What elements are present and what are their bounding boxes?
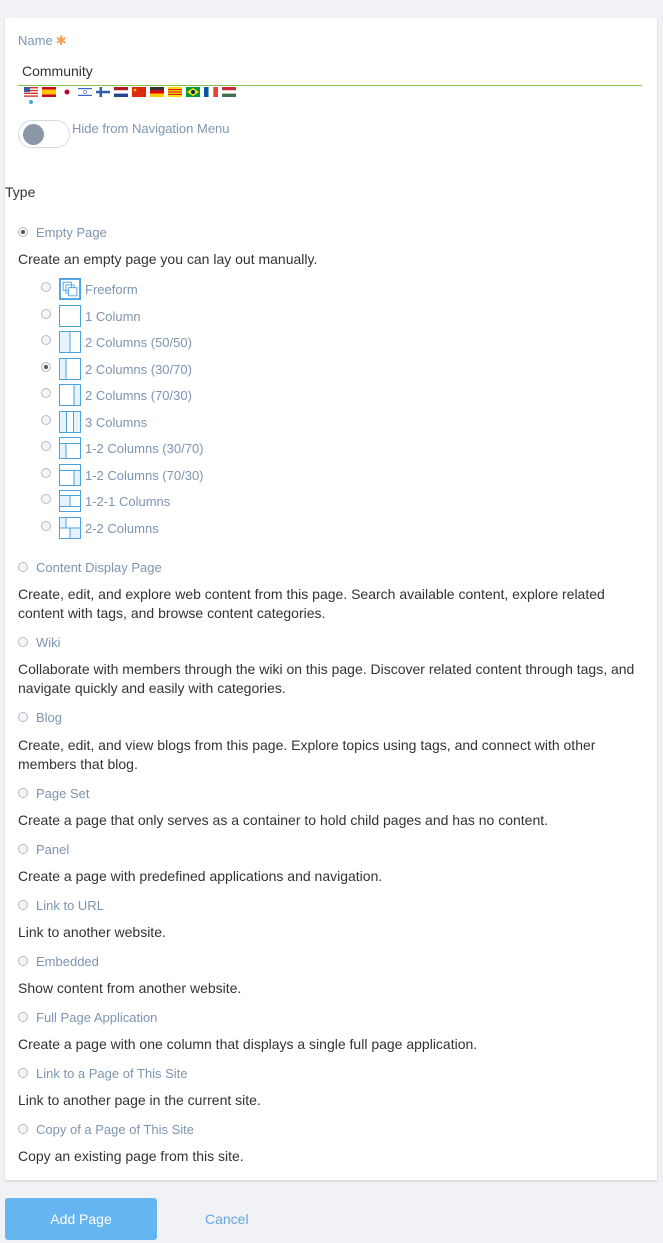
type-label-copy-of-page-of-this-site: Copy of a Page of This Site — [36, 1122, 195, 1137]
flag-es-es-icon[interactable] — [42, 87, 56, 97]
type-desc-empty-page: Create an empty page you can lay out man… — [18, 251, 318, 267]
layout-label: 1-2 Columns (70/30) — [85, 468, 204, 483]
type-label-content-display-page: Content Display Page — [36, 560, 162, 575]
selected-language-indicator — [29, 100, 33, 104]
two-columns-70-30-layout-icon[interactable] — [59, 384, 81, 406]
two-two-columns-layout-icon[interactable] — [59, 517, 81, 539]
radio-layout-freeform[interactable] — [41, 282, 51, 292]
flag-nl-nl-icon[interactable] — [114, 87, 128, 97]
layout-label: 1-2 Columns (30/70) — [85, 441, 204, 456]
three-columns-layout-icon[interactable] — [59, 411, 81, 433]
two-columns-30-70-layout-icon[interactable] — [59, 358, 81, 380]
radio-layout-2-columns-50-50[interactable] — [41, 335, 51, 345]
type-label-blog: Blog — [36, 710, 63, 725]
type-label-panel: Panel — [36, 842, 70, 857]
radio-link-to-url[interactable] — [18, 900, 28, 910]
language-flags — [24, 87, 236, 99]
radio-layout-2-columns-30-70[interactable] — [41, 362, 51, 372]
flag-he-il-icon[interactable] — [78, 87, 92, 97]
flag-ja-jp-icon[interactable] — [60, 87, 74, 97]
radio-link-to-page-of-this-site[interactable] — [18, 1068, 28, 1078]
type-desc-full-page-application: Create a page with one column that displ… — [18, 1036, 478, 1052]
layout-label: 1-2-1 Columns — [85, 494, 171, 509]
layout-label: Freeform — [85, 282, 138, 297]
hide-from-navigation-label: Hide from Navigation Menu — [72, 121, 230, 136]
layout-label: 2-2 Columns — [85, 521, 159, 536]
flag-pt-br-icon[interactable] — [186, 87, 200, 97]
type-label-empty-page: Empty Page — [36, 225, 107, 240]
type-desc-link-to-page-of-this-site: Link to another page in the current site… — [18, 1092, 261, 1108]
type-label-link-to-page-of-this-site: Link to a Page of This Site — [36, 1066, 188, 1081]
one-two-columns-30-70-layout-icon[interactable] — [59, 437, 81, 459]
type-heading: Type — [5, 184, 36, 200]
required-icon: ✱ — [55, 33, 67, 48]
type-label-link-to-url: Link to URL — [36, 898, 104, 913]
flag-zh-cn-icon[interactable] — [132, 87, 146, 97]
type-desc-panel: Create a page with predefined applicatio… — [18, 868, 383, 884]
radio-embedded[interactable] — [18, 956, 28, 966]
layout-label: 2 Columns (30/70) — [85, 362, 192, 377]
radio-empty-page[interactable] — [18, 227, 28, 237]
type-label-embedded: Embedded — [36, 954, 99, 969]
radio-blog[interactable] — [18, 712, 28, 722]
type-label-wiki: Wiki — [36, 635, 61, 650]
flag-ca-es-icon[interactable] — [168, 87, 182, 97]
radio-layout-2-2-columns[interactable] — [41, 521, 51, 531]
radio-layout-1-column[interactable] — [41, 309, 51, 319]
radio-layout-1-2-1-columns[interactable] — [41, 494, 51, 504]
hide-from-navigation-toggle[interactable] — [18, 120, 70, 148]
cancel-button[interactable]: Cancel — [205, 1211, 249, 1227]
radio-copy-of-page-of-this-site[interactable] — [18, 1124, 28, 1134]
radio-panel[interactable] — [18, 844, 28, 854]
type-desc-copy-of-page-of-this-site: Copy an existing page from this site. — [18, 1148, 244, 1164]
two-columns-50-50-layout-icon[interactable] — [59, 331, 81, 353]
type-label-page-set: Page Set — [36, 786, 90, 801]
layout-label: 2 Columns (50/50) — [85, 335, 192, 350]
flag-de-de-icon[interactable] — [150, 87, 164, 97]
layout-label: 2 Columns (70/30) — [85, 388, 192, 403]
type-desc-page-set: Create a page that only serves as a cont… — [18, 812, 549, 828]
flag-fi-fi-icon[interactable] — [96, 87, 110, 97]
add-page-button[interactable]: Add Page — [5, 1198, 157, 1240]
type-desc-blog: Create, edit, and view blogs from this p… — [18, 737, 596, 772]
radio-page-set[interactable] — [18, 788, 28, 798]
toggle-knob — [23, 124, 44, 145]
name-input[interactable] — [18, 56, 642, 86]
radio-layout-1-2-columns-30-70[interactable] — [41, 441, 51, 451]
radio-content-display-page[interactable] — [18, 562, 28, 572]
type-desc-link-to-url: Link to another website. — [18, 924, 166, 940]
layout-label: 1 Column — [85, 309, 141, 324]
radio-wiki[interactable] — [18, 637, 28, 647]
radio-layout-1-2-columns-70-30[interactable] — [41, 468, 51, 478]
flag-fr-fr-icon[interactable] — [204, 87, 218, 97]
one-column-layout-icon[interactable] — [59, 305, 81, 327]
radio-full-page-application[interactable] — [18, 1012, 28, 1022]
flag-en-us-icon[interactable] — [24, 87, 38, 97]
add-page-form: Name✱ Hide from Navigation Menu Type Emp… — [5, 18, 657, 1180]
freeform-layout-icon[interactable] — [59, 278, 81, 300]
flag-hu-hu-icon[interactable] — [222, 87, 236, 97]
radio-layout-3-columns[interactable] — [41, 415, 51, 425]
one-two-columns-70-30-layout-icon[interactable] — [59, 464, 81, 486]
type-desc-wiki: Collaborate with members through the wik… — [18, 661, 635, 696]
one-two-one-columns-layout-icon[interactable] — [59, 490, 81, 512]
type-label-full-page-application: Full Page Application — [36, 1010, 158, 1025]
layout-label: 3 Columns — [85, 415, 148, 430]
type-desc-embedded: Show content from another website. — [18, 980, 242, 996]
name-label: Name ✱ — [18, 33, 67, 48]
radio-layout-2-columns-70-30[interactable] — [41, 388, 51, 398]
type-desc-content-display-page: Create, edit, and explore web content fr… — [18, 586, 605, 621]
